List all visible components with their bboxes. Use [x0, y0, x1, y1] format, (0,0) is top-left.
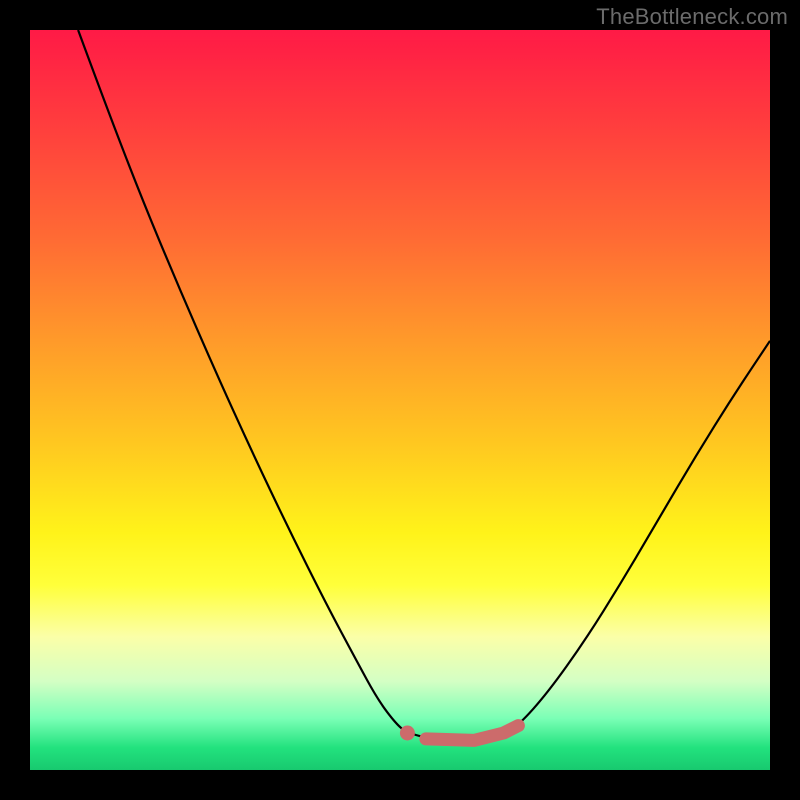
chart-svg	[30, 30, 770, 770]
watermark-text: TheBottleneck.com	[596, 4, 788, 30]
optimal-range-highlight	[426, 726, 519, 741]
plot-area	[30, 30, 770, 770]
chart-frame: TheBottleneck.com	[0, 0, 800, 800]
optimal-point-marker	[400, 726, 415, 741]
bottleneck-curve	[78, 30, 770, 740]
